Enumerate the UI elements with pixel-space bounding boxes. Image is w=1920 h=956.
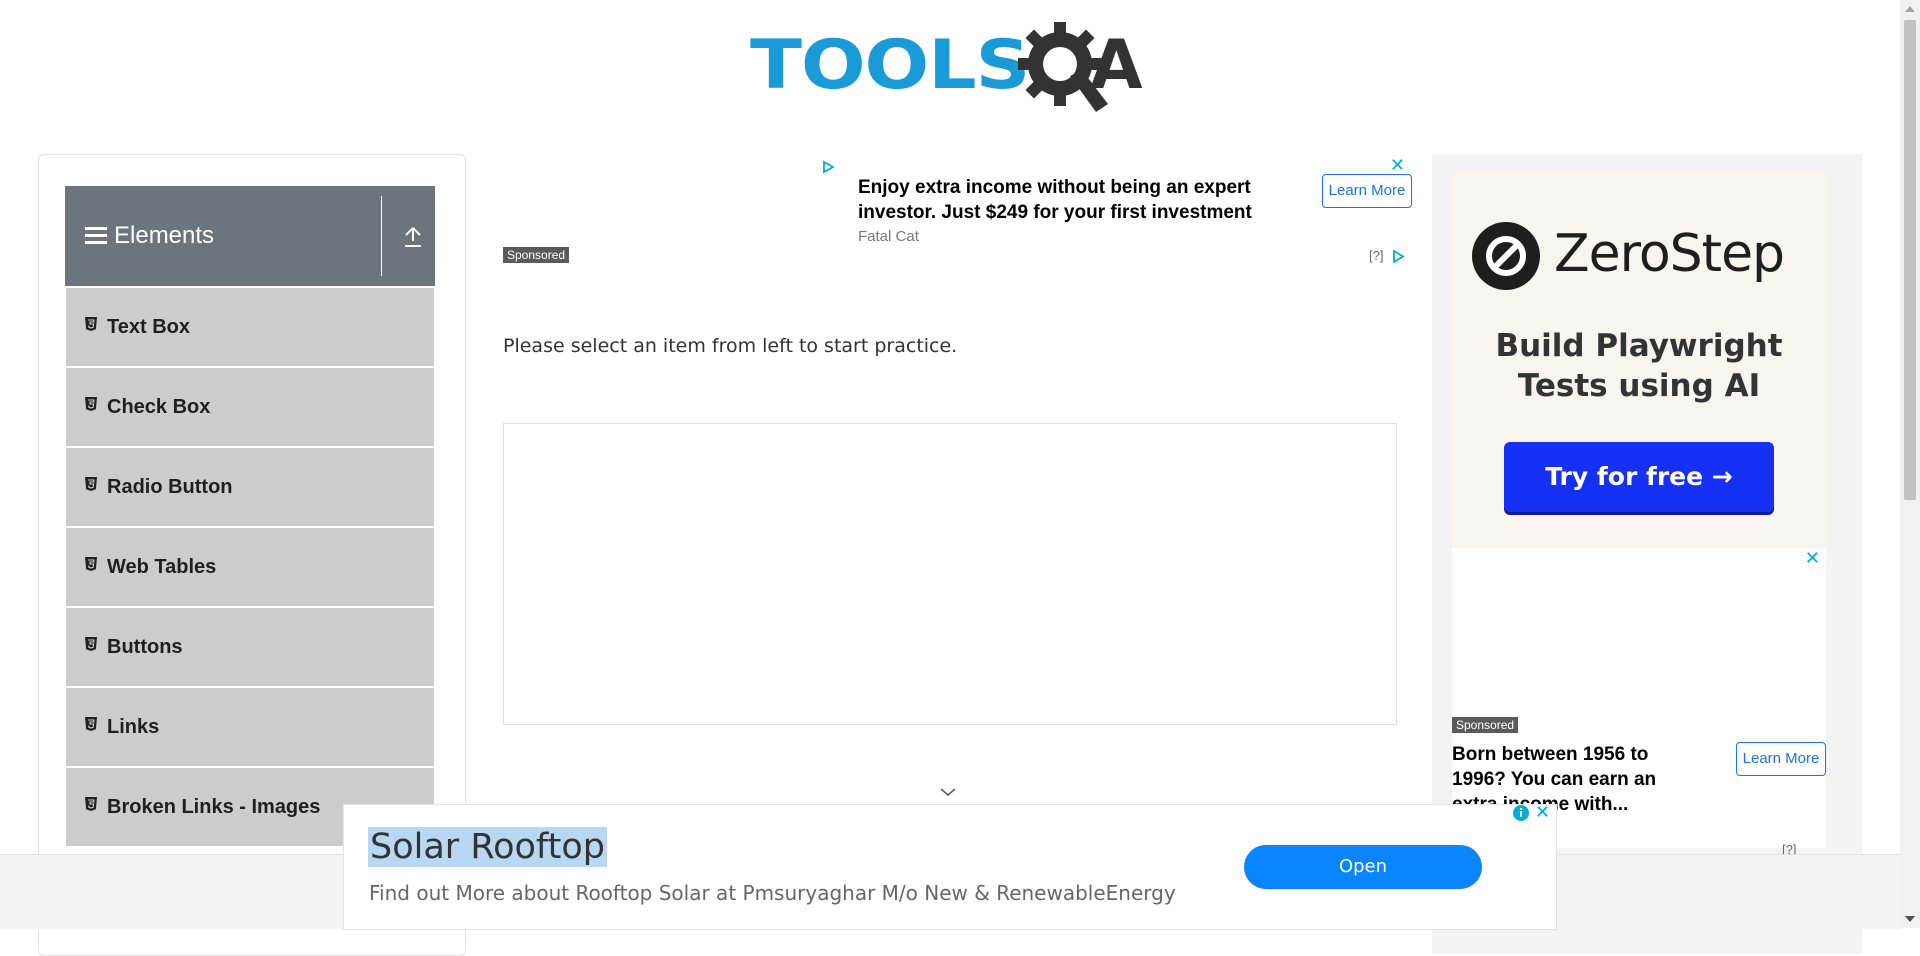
- sponsored-badge: Sponsored: [503, 247, 570, 263]
- html5-icon: [85, 797, 97, 811]
- scroll-up-arrow-icon[interactable]: [1905, 6, 1915, 12]
- html5-icon: [85, 317, 97, 331]
- ad-headline[interactable]: Enjoy extra income without being an expe…: [858, 175, 1288, 225]
- ad-advertiser: Fatal Cat: [858, 228, 919, 245]
- sticky-bottom-ad[interactable]: Solar Rooftop Find out More about Roofto…: [343, 802, 1557, 930]
- scroll-down-arrow-icon[interactable]: [1905, 916, 1915, 922]
- practice-instruction: Please select an item from left to start…: [503, 335, 958, 357]
- ad-close-icon[interactable]: ✕: [1535, 802, 1550, 823]
- toolsqa-logo[interactable]: TOOLS A: [750, 18, 1154, 118]
- adchoices-icon[interactable]: [821, 160, 835, 174]
- hamburger-icon: [85, 227, 107, 245]
- logo-a-text: A: [1090, 26, 1143, 105]
- right-native-ad[interactable]: ✕ Sponsored Born between 1956 to 1996? Y…: [1452, 548, 1826, 857]
- ad-title[interactable]: Solar Rooftop: [368, 827, 607, 867]
- zerostep-ad[interactable]: ZeroStep Build Playwright Tests using AI…: [1452, 172, 1826, 548]
- top-banner-ad[interactable]: ✕ Enjoy extra income without being an ex…: [503, 154, 1413, 274]
- ad-close-icon[interactable]: ✕: [1390, 155, 1405, 176]
- sidebar-item-label: Broken Links - Images: [107, 796, 321, 818]
- ad-learn-more-button[interactable]: Learn More: [1322, 174, 1412, 208]
- sidebar-item-check-box[interactable]: Check Box: [66, 368, 434, 448]
- html5-icon: [85, 637, 97, 651]
- sidebar-item-label: Buttons: [107, 636, 183, 658]
- zerostep-logo-icon: [1472, 222, 1540, 290]
- try-for-free-button[interactable]: Try for free →: [1504, 442, 1774, 512]
- sidebar-item-radio-button[interactable]: Radio Button: [66, 448, 434, 528]
- collapse-upload-icon[interactable]: [403, 226, 423, 248]
- sidebar-item-buttons[interactable]: Buttons: [66, 608, 434, 688]
- logo-tools-text: TOOLS: [750, 26, 1030, 105]
- sidebar-item-web-tables[interactable]: Web Tables: [66, 528, 434, 608]
- ad-help-link[interactable]: [?]: [1369, 248, 1383, 263]
- html5-icon: [85, 477, 97, 491]
- adchoices-icon[interactable]: [1391, 250, 1405, 263]
- group-title: Elements: [114, 222, 215, 249]
- elements-group-header[interactable]: Elements: [65, 186, 435, 286]
- sidebar-item-label: Check Box: [107, 396, 211, 418]
- zerostep-brand: ZeroStep: [1554, 224, 1785, 284]
- sidebar-item-label: Links: [107, 716, 160, 738]
- sponsored-badge: Sponsored: [1452, 717, 1519, 733]
- sidebar-item-label: Text Box: [107, 316, 190, 338]
- ad-close-icon[interactable]: ✕: [1805, 548, 1820, 569]
- html5-icon: [85, 397, 97, 411]
- sidebar-item-links[interactable]: Links: [66, 688, 434, 768]
- sidebar-item-label: Radio Button: [107, 476, 233, 498]
- html5-icon: [85, 557, 97, 571]
- page-scrollbar[interactable]: [1900, 0, 1920, 928]
- scrollbar-thumb[interactable]: [1904, 20, 1916, 500]
- ad-description: Find out More about Rooftop Solar at Pms…: [369, 881, 1176, 905]
- chevron-down-icon[interactable]: [939, 786, 957, 798]
- ad-learn-more-button[interactable]: Learn More: [1736, 742, 1826, 776]
- ad-open-button[interactable]: Open: [1244, 845, 1482, 889]
- sidebar-item-text-box[interactable]: Text Box: [66, 288, 434, 368]
- zerostep-tagline: Build Playwright Tests using AI: [1495, 328, 1783, 404]
- html5-icon: [85, 717, 97, 731]
- header-divider: [381, 196, 382, 276]
- empty-ad-frame: [503, 423, 1397, 725]
- ad-info-icon[interactable]: [1512, 804, 1530, 822]
- sidebar-item-label: Web Tables: [107, 556, 217, 578]
